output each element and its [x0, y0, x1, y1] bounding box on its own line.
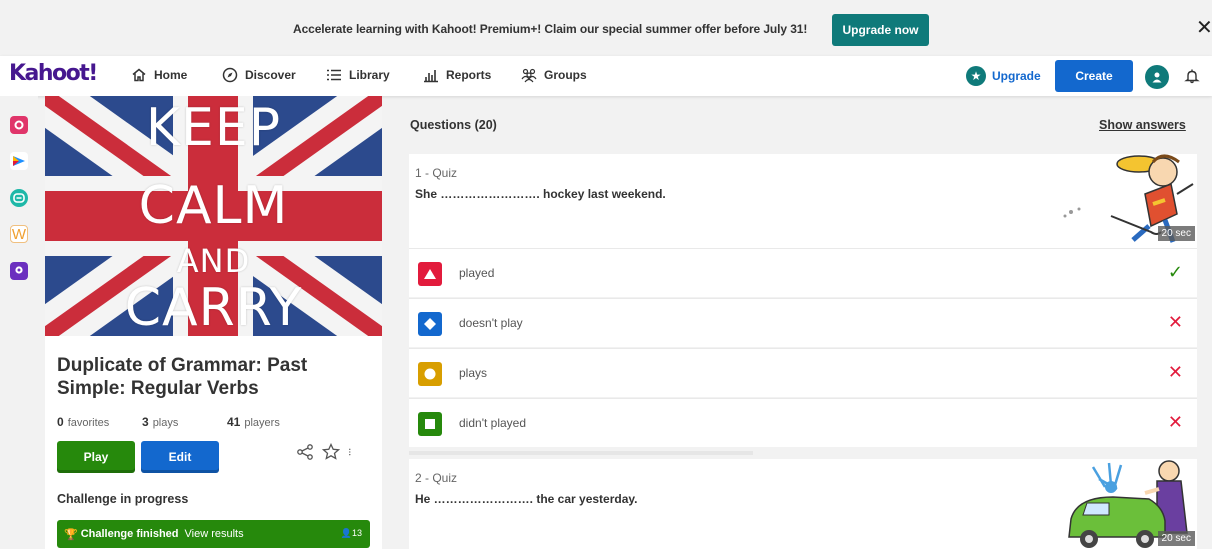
- answer-row-3: plays ✕: [409, 348, 1197, 397]
- cross-icon: ✕: [1167, 362, 1183, 382]
- nav-discover[interactable]: Discover: [222, 67, 296, 83]
- play-button[interactable]: Play: [57, 441, 135, 473]
- cross-icon: ✕: [1167, 312, 1183, 332]
- share-icon[interactable]: [296, 443, 314, 461]
- question-text: He ……………………. the car yesterday.: [415, 492, 638, 506]
- show-answers-link[interactable]: Show answers: [1099, 118, 1186, 132]
- question-time: 20 sec: [1157, 226, 1195, 241]
- answer-row-1: played ✓: [409, 248, 1197, 297]
- groups-icon: [521, 68, 537, 83]
- cover-image: KEEP CALM AND CARRY: [45, 96, 382, 336]
- cover-line-3: AND: [176, 242, 251, 280]
- bell-icon[interactable]: [1184, 68, 1200, 84]
- compass-icon: [222, 67, 238, 83]
- nav-home-label: Home: [154, 68, 188, 82]
- circle-icon: [418, 362, 442, 386]
- answer-text: didn't played: [459, 416, 527, 430]
- view-results-link[interactable]: View results: [185, 528, 244, 540]
- kahoot-logo[interactable]: Kahoot!: [9, 61, 98, 86]
- nav-discover-label: Discover: [245, 68, 296, 82]
- card-actions: [296, 443, 356, 461]
- nav-reports[interactable]: Reports: [423, 67, 491, 83]
- trophy-icon: 🏆: [64, 528, 78, 541]
- question-image: 20 sec: [1053, 459, 1197, 549]
- upgrade-now-button[interactable]: Upgrade now: [832, 14, 929, 46]
- star-outline-icon[interactable]: [322, 443, 340, 461]
- nav-home[interactable]: Home: [131, 67, 187, 83]
- more-options-icon[interactable]: [348, 443, 356, 461]
- players-stat: 41 players: [227, 415, 280, 429]
- answer-text: doesn't play: [459, 316, 523, 330]
- promo-banner: Accelerate learning with Kahoot! Premium…: [0, 0, 1212, 56]
- answer-row-2: doesn't play ✕: [409, 298, 1197, 347]
- cover-line-4: CARRY: [124, 278, 303, 336]
- kahoot-stats: 0 favorites 3 plays 41 players: [57, 415, 280, 429]
- cover-line-2: CALM: [138, 176, 289, 236]
- promo-text: Accelerate learning with Kahoot! Premium…: [293, 22, 808, 36]
- challenge-label: Challenge in progress: [57, 492, 189, 506]
- apps-sidebar: W: [0, 96, 38, 549]
- scroll-divider: [409, 451, 753, 455]
- kahoot-title: Duplicate of Grammar: Past Simple: Regul…: [57, 355, 308, 399]
- square-icon: [418, 412, 442, 436]
- question-image: 20 sec: [1053, 154, 1197, 248]
- create-button[interactable]: Create: [1055, 60, 1133, 92]
- nav-groups[interactable]: Groups: [521, 67, 587, 83]
- app-purple-icon[interactable]: [10, 262, 28, 280]
- cover-line-1: KEEP: [145, 98, 282, 158]
- question-number: 2 - Quiz: [415, 471, 458, 485]
- challenge-participants: 👤13: [340, 528, 362, 538]
- nav-library[interactable]: Library: [326, 67, 390, 83]
- cross-icon: ✕: [1167, 412, 1183, 432]
- triangle-icon: [418, 262, 442, 286]
- question-card-2[interactable]: 2 - Quiz He ……………………. the car yesterday.…: [409, 459, 1197, 549]
- answer-text: played: [459, 266, 495, 280]
- kahoot-details-card: KEEP CALM AND CARRY Duplicate of Grammar…: [45, 96, 382, 549]
- avatar[interactable]: [1145, 65, 1169, 89]
- checkmark-icon: ✓: [1167, 262, 1183, 282]
- answer-text: plays: [459, 366, 488, 380]
- challenge-finished-label: Challenge finished: [80, 528, 179, 540]
- close-icon[interactable]: ✕: [1196, 18, 1212, 38]
- person-icon: 👤: [340, 528, 352, 538]
- upgrade-link[interactable]: ★ Upgrade: [966, 66, 1041, 86]
- upgrade-label: Upgrade: [992, 69, 1041, 83]
- app-arrow-icon[interactable]: [10, 152, 28, 170]
- app-red-icon[interactable]: [10, 116, 28, 134]
- nav-library-label: Library: [349, 68, 390, 82]
- answer-row-4: didn't played ✕: [409, 398, 1197, 447]
- diamond-icon: [418, 312, 442, 336]
- challenge-finished-bar[interactable]: 🏆 Challenge finished View results 👤13: [57, 520, 370, 548]
- app-teal-icon[interactable]: [10, 189, 28, 207]
- questions-header: Questions (20): [410, 118, 497, 132]
- top-navigation: Kahoot! Home Discover Library Reports Gr…: [0, 56, 1212, 96]
- question-text: She ……………………. hockey last weekend.: [415, 187, 666, 201]
- home-icon: [132, 68, 146, 82]
- nav-reports-label: Reports: [446, 68, 492, 82]
- edit-button[interactable]: Edit: [141, 441, 219, 473]
- app-w-icon[interactable]: W: [10, 225, 28, 243]
- bar-chart-icon: [424, 70, 438, 83]
- question-card-1[interactable]: 1 - Quiz She ……………………. hockey last weeke…: [409, 154, 1197, 248]
- question-time: 20 sec: [1157, 531, 1195, 546]
- nav-groups-label: Groups: [544, 68, 587, 82]
- user-icon: [1152, 72, 1162, 83]
- favorites-stat: 0 favorites: [57, 415, 110, 429]
- list-icon: [327, 69, 341, 81]
- plays-stat: 3 plays: [142, 415, 179, 429]
- question-number: 1 - Quiz: [415, 166, 458, 180]
- star-icon: ★: [966, 66, 986, 86]
